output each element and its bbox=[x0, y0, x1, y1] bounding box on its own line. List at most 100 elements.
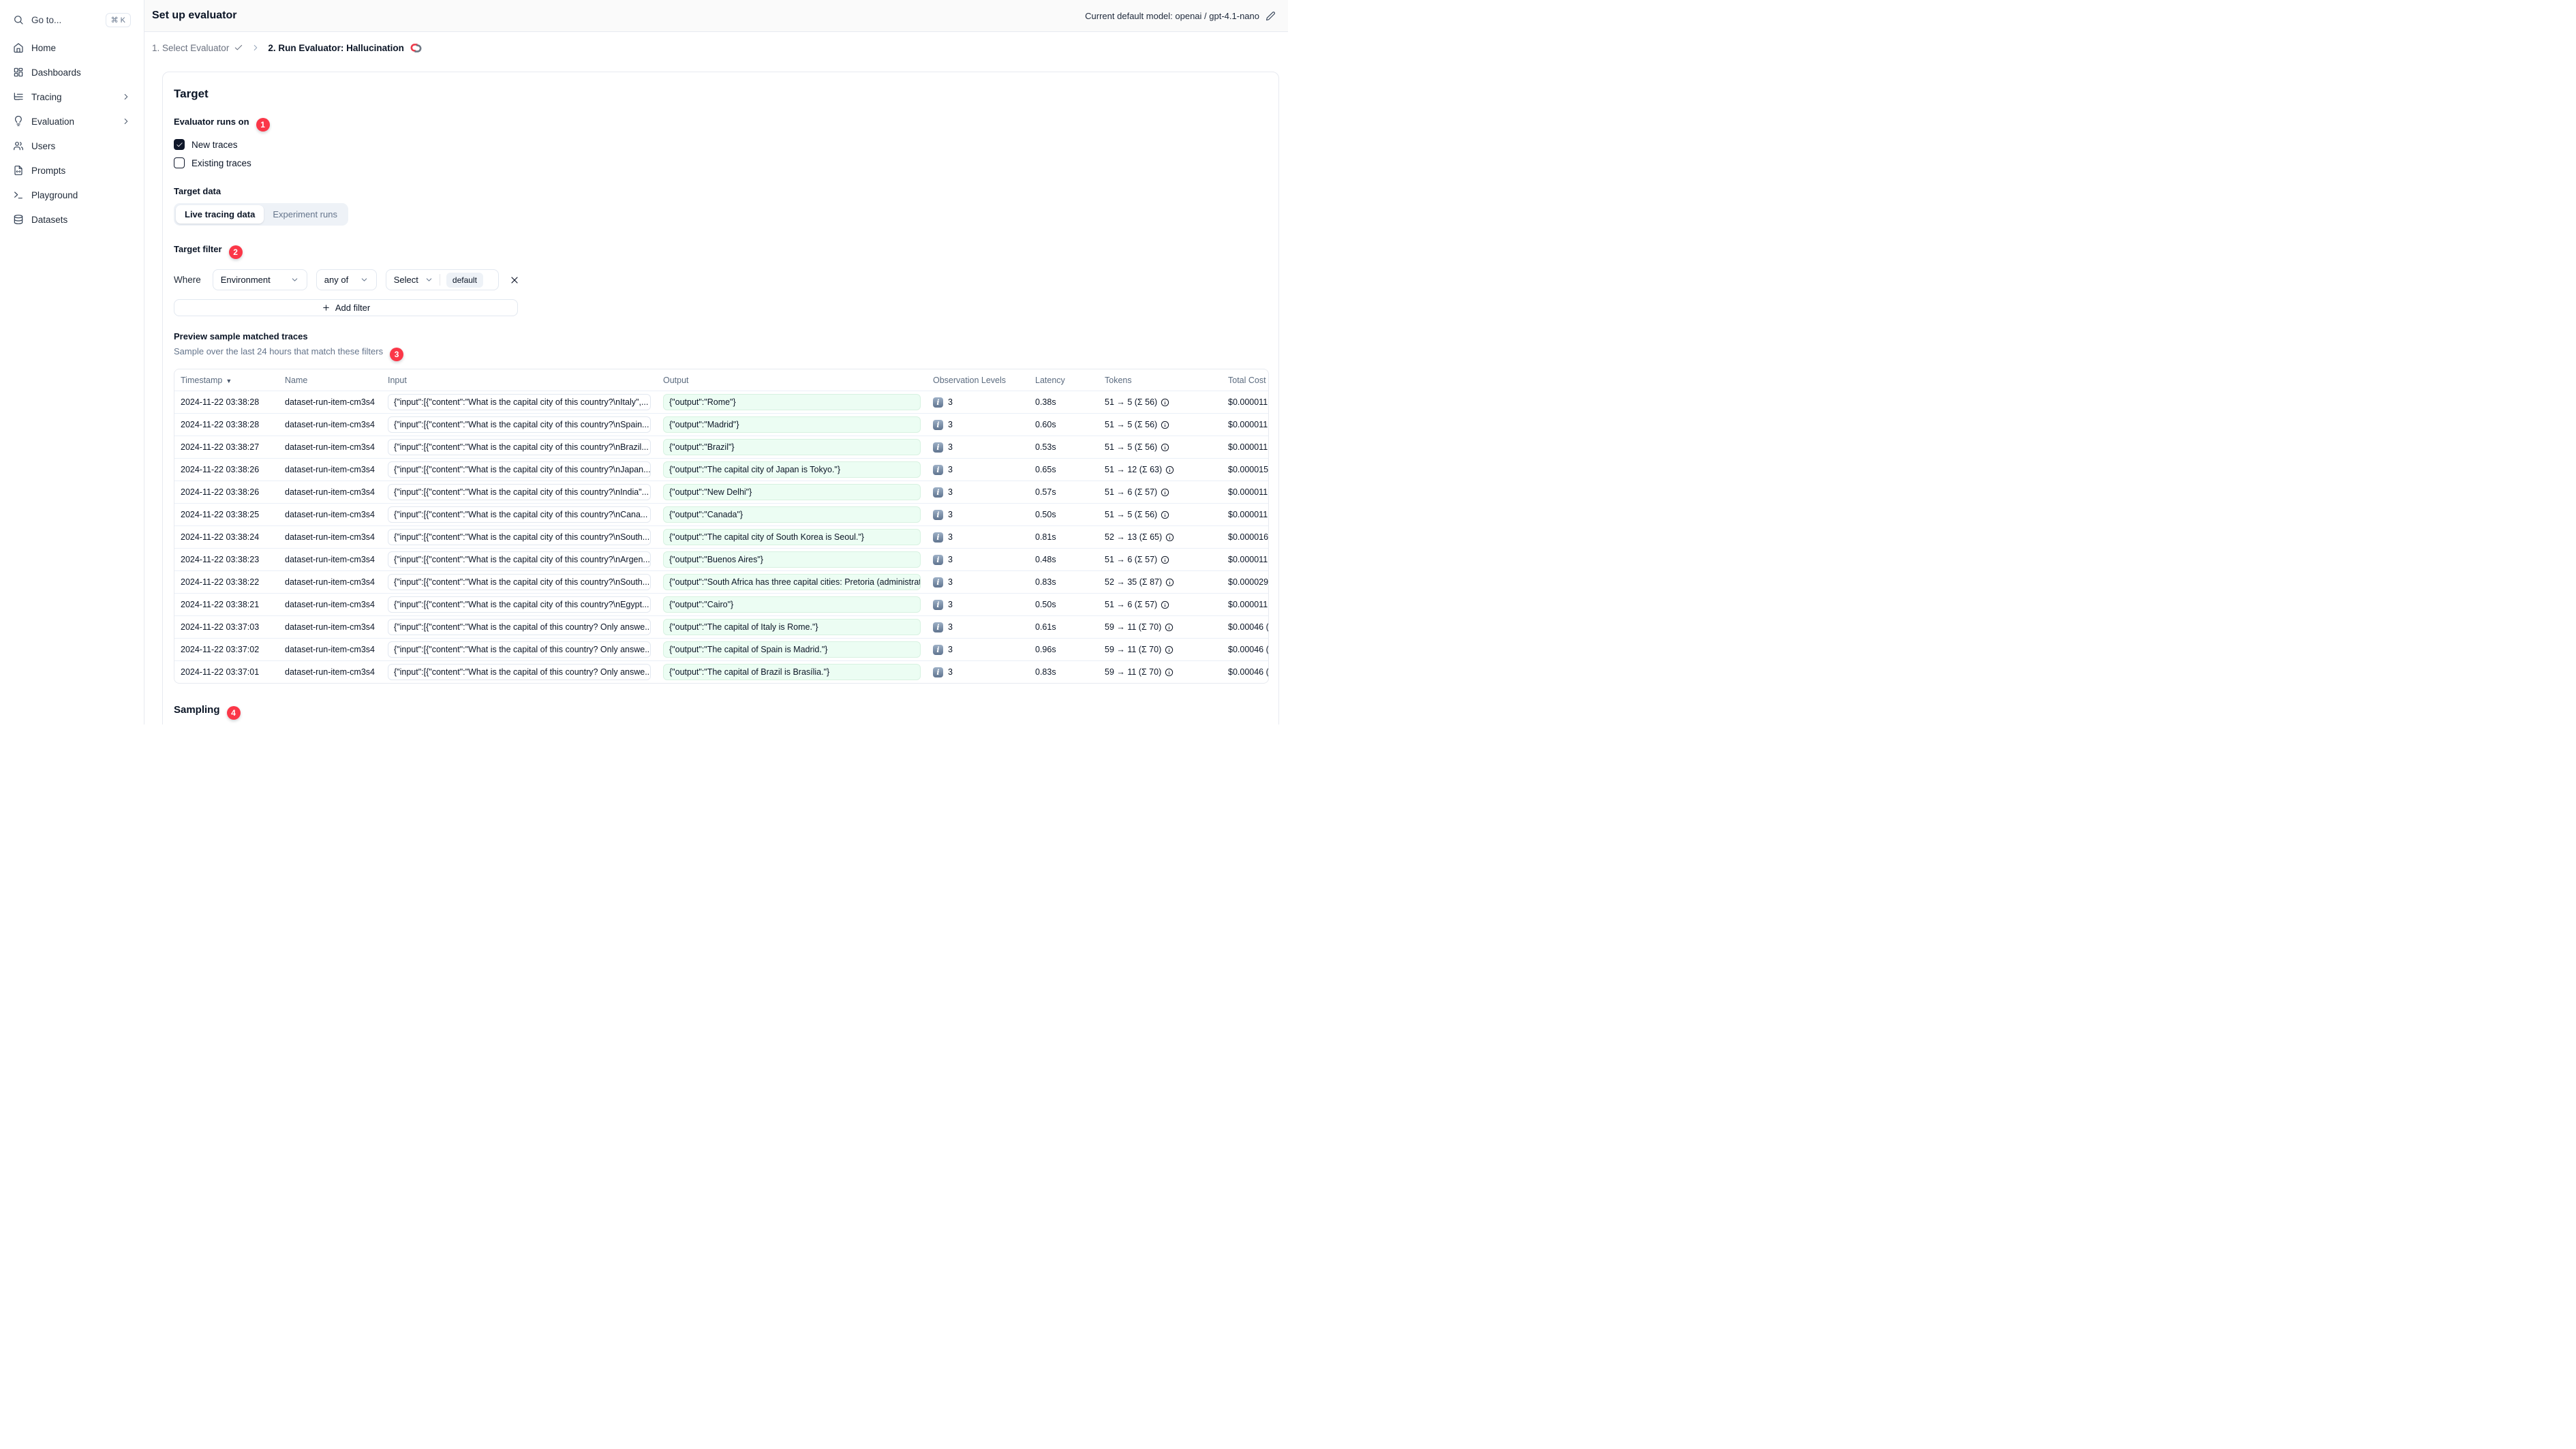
sidebar-item-evaluation[interactable]: Evaluation bbox=[7, 109, 137, 134]
cell-input[interactable]: {"input":[{"content":"What is the capita… bbox=[388, 596, 651, 613]
table-row[interactable]: 2024-11-22 03:37:01 dataset-run-item-cm3… bbox=[174, 660, 1268, 683]
cell-observation-levels: 3 bbox=[948, 510, 953, 519]
sidebar-item-users[interactable]: Users bbox=[7, 134, 137, 158]
token-info-icon[interactable] bbox=[1161, 443, 1169, 452]
remove-filter-x-icon[interactable] bbox=[509, 275, 520, 286]
cell-timestamp: 2024-11-22 03:38:27 bbox=[181, 442, 260, 452]
content-area: Target Evaluator runs on 1 New traces Exi… bbox=[144, 63, 1288, 724]
cell-output[interactable]: {"output":"The capital city of South Kor… bbox=[663, 529, 921, 545]
users-icon bbox=[13, 140, 24, 151]
filter-operator-select[interactable]: any of bbox=[316, 269, 377, 290]
observation-levels-icon: i bbox=[933, 397, 943, 408]
token-info-icon[interactable] bbox=[1165, 578, 1174, 587]
sidebar-item-datasets[interactable]: Datasets bbox=[7, 207, 137, 232]
cell-timestamp: 2024-11-22 03:38:21 bbox=[181, 600, 260, 609]
cell-input[interactable]: {"input":[{"content":"What is the capita… bbox=[388, 641, 651, 658]
token-info-icon[interactable] bbox=[1161, 555, 1169, 564]
table-row[interactable]: 2024-11-22 03:38:26 dataset-run-item-cm3… bbox=[174, 458, 1268, 481]
check-icon bbox=[234, 43, 243, 52]
add-filter-button[interactable]: Add filter bbox=[174, 299, 518, 316]
checkbox-new-traces[interactable]: New traces bbox=[174, 139, 1268, 150]
cell-tokens: 59 → 11 (Σ 70) bbox=[1105, 667, 1162, 677]
cell-observation-levels: 3 bbox=[948, 645, 953, 654]
column-header-timestamp[interactable]: Timestamp ▼ bbox=[174, 376, 279, 385]
cell-output[interactable]: {"output":"Madrid"} bbox=[663, 416, 921, 433]
checkbox-unchecked-icon[interactable] bbox=[174, 157, 185, 168]
token-info-icon[interactable] bbox=[1165, 623, 1174, 632]
token-info-icon[interactable] bbox=[1165, 533, 1174, 542]
cell-output[interactable]: {"output":"Buenos Aires"} bbox=[663, 551, 921, 568]
cell-input[interactable]: {"input":[{"content":"What is the capita… bbox=[388, 664, 651, 680]
sidebar-item-home[interactable]: Home bbox=[7, 35, 137, 60]
sidebar-item-tracing[interactable]: Tracing bbox=[7, 85, 137, 109]
token-info-icon[interactable] bbox=[1165, 466, 1174, 474]
token-info-icon[interactable] bbox=[1161, 398, 1169, 407]
edit-model-pencil-icon[interactable] bbox=[1266, 11, 1276, 21]
cell-output[interactable]: {"output":"South Africa has three capita… bbox=[663, 574, 921, 590]
cell-input[interactable]: {"input":[{"content":"What is the capita… bbox=[388, 529, 651, 545]
filter-value-select[interactable]: Select default bbox=[385, 269, 499, 290]
cell-output[interactable]: {"output":"The capital of Spain is Madri… bbox=[663, 641, 921, 658]
column-header-tokens[interactable]: Tokens bbox=[1099, 376, 1222, 385]
column-header-output[interactable]: Output bbox=[657, 376, 927, 385]
token-info-icon[interactable] bbox=[1161, 600, 1169, 609]
cell-output[interactable]: {"output":"Canada"} bbox=[663, 506, 921, 523]
cell-output[interactable]: {"output":"New Delhi"} bbox=[663, 484, 921, 500]
observation-levels-icon: i bbox=[933, 487, 943, 498]
cell-input[interactable]: {"input":[{"content":"What is the capita… bbox=[388, 574, 651, 590]
cell-input[interactable]: {"input":[{"content":"What is the capita… bbox=[388, 461, 651, 478]
filter-column-select[interactable]: Environment bbox=[212, 269, 307, 290]
table-row[interactable]: 2024-11-22 03:38:28 dataset-run-item-cm3… bbox=[174, 391, 1268, 413]
cell-input[interactable]: {"input":[{"content":"What is the capita… bbox=[388, 439, 651, 455]
cell-output[interactable]: {"output":"The capital of Brazil is Bras… bbox=[663, 664, 921, 680]
column-header-input[interactable]: Input bbox=[382, 376, 657, 385]
table-row[interactable]: 2024-11-22 03:37:02 dataset-run-item-cm3… bbox=[174, 638, 1268, 660]
table-row[interactable]: 2024-11-22 03:38:28 dataset-run-item-cm3… bbox=[174, 413, 1268, 436]
sidebar-item-playground[interactable]: Playground bbox=[7, 183, 137, 207]
preview-subtitle: Sample over the last 24 hours that match… bbox=[174, 346, 1268, 361]
token-info-icon[interactable] bbox=[1165, 645, 1174, 654]
tab-experiment-runs[interactable]: Experiment runs bbox=[264, 205, 346, 224]
where-label: Where bbox=[174, 275, 201, 285]
sidebar-item-prompts[interactable]: Prompts bbox=[7, 158, 137, 183]
cell-input[interactable]: {"input":[{"content":"What is the capita… bbox=[388, 506, 651, 523]
token-info-icon[interactable] bbox=[1161, 421, 1169, 429]
cell-output[interactable]: {"output":"Brazil"} bbox=[663, 439, 921, 455]
breadcrumb-step2: 2. Run Evaluator: Hallucination bbox=[268, 42, 423, 54]
token-info-icon[interactable] bbox=[1161, 488, 1169, 497]
table-row[interactable]: 2024-11-22 03:37:03 dataset-run-item-cm3… bbox=[174, 615, 1268, 638]
cell-input[interactable]: {"input":[{"content":"What is the capita… bbox=[388, 619, 651, 635]
cell-input[interactable]: {"input":[{"content":"What is the capita… bbox=[388, 416, 651, 433]
checkbox-checked-icon[interactable] bbox=[174, 139, 185, 150]
cell-input[interactable]: {"input":[{"content":"What is the capita… bbox=[388, 394, 651, 410]
breadcrumb-step1[interactable]: 1. Select Evaluator bbox=[152, 43, 243, 53]
table-row[interactable]: 2024-11-22 03:38:25 dataset-run-item-cm3… bbox=[174, 503, 1268, 525]
table-row[interactable]: 2024-11-22 03:38:23 dataset-run-item-cm3… bbox=[174, 548, 1268, 570]
checkbox-existing-traces[interactable]: Existing traces bbox=[174, 157, 1268, 168]
dashboards-icon bbox=[13, 67, 24, 78]
column-header-observation-levels[interactable]: Observation Levels bbox=[927, 376, 1029, 385]
cell-output[interactable]: {"output":"The capital city of Japan is … bbox=[663, 461, 921, 478]
table-row[interactable]: 2024-11-22 03:38:26 dataset-run-item-cm3… bbox=[174, 481, 1268, 503]
column-header-total-cost[interactable]: Total Cost bbox=[1222, 376, 1268, 385]
cell-output[interactable]: {"output":"Cairo"} bbox=[663, 596, 921, 613]
column-header-latency[interactable]: Latency bbox=[1029, 376, 1099, 385]
cell-output[interactable]: {"output":"Rome"} bbox=[663, 394, 921, 410]
column-header-name[interactable]: Name bbox=[279, 376, 382, 385]
table-row[interactable]: 2024-11-22 03:38:22 dataset-run-item-cm3… bbox=[174, 570, 1268, 593]
observation-levels-icon: i bbox=[933, 554, 943, 565]
app-window: Go to... ⌘ K Home Dashboards Tracing Eva… bbox=[0, 0, 1288, 724]
token-info-icon[interactable] bbox=[1165, 668, 1174, 677]
cell-output[interactable]: {"output":"The capital of Italy is Rome.… bbox=[663, 619, 921, 635]
cell-timestamp: 2024-11-22 03:37:01 bbox=[181, 667, 260, 677]
sidebar-item-dashboards[interactable]: Dashboards bbox=[7, 60, 137, 85]
table-row[interactable]: 2024-11-22 03:38:24 dataset-run-item-cm3… bbox=[174, 525, 1268, 548]
table-row[interactable]: 2024-11-22 03:38:21 dataset-run-item-cm3… bbox=[174, 593, 1268, 615]
token-info-icon[interactable] bbox=[1161, 510, 1169, 519]
cell-input[interactable]: {"input":[{"content":"What is the capita… bbox=[388, 551, 651, 568]
table-row[interactable]: 2024-11-22 03:38:27 dataset-run-item-cm3… bbox=[174, 436, 1268, 458]
goto-search[interactable]: Go to... ⌘ K bbox=[7, 7, 137, 33]
target-data-label: Target data bbox=[174, 186, 221, 196]
cell-input[interactable]: {"input":[{"content":"What is the capita… bbox=[388, 484, 651, 500]
tab-live-tracing-data[interactable]: Live tracing data bbox=[176, 205, 264, 224]
